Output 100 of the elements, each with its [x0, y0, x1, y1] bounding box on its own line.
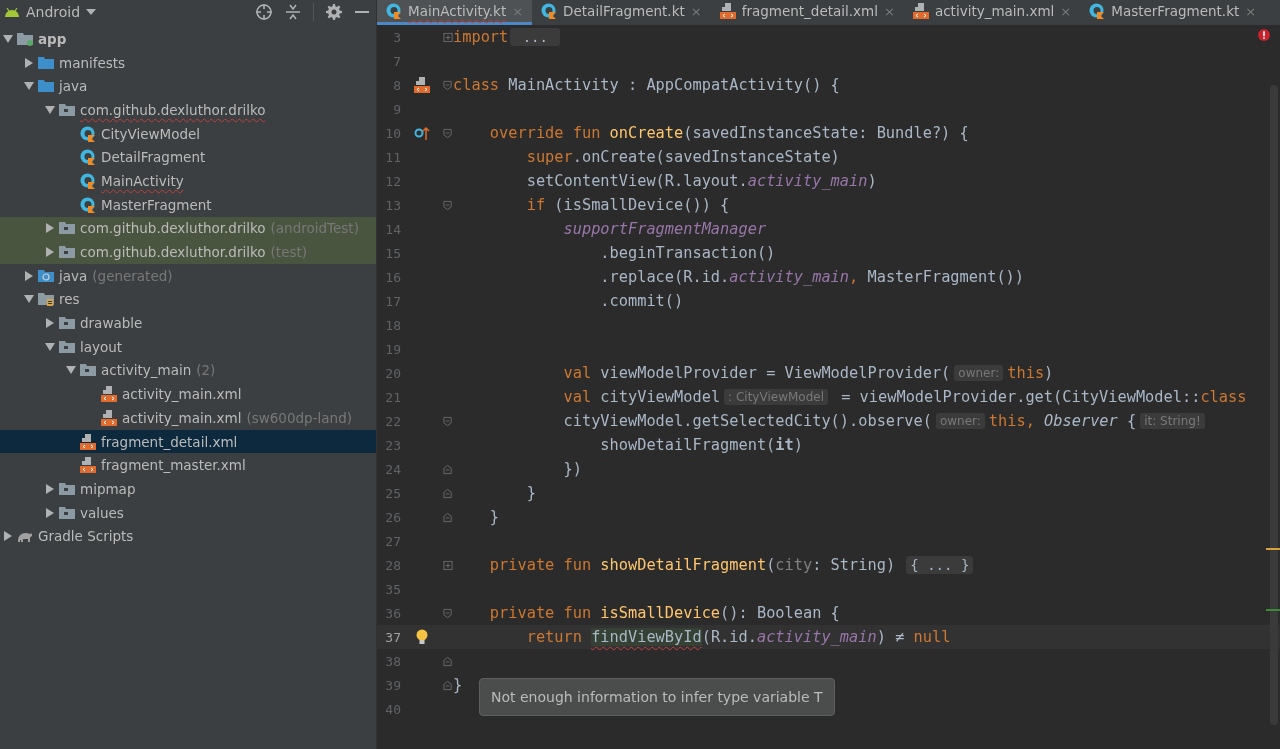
code-text: super.onCreate(savedInstanceState) — [525, 148, 840, 166]
item-label: fragment_detail.xml — [101, 433, 238, 450]
tree-item[interactable]: java (generated) — [0, 263, 376, 288]
code-text: this) — [1007, 364, 1054, 382]
line-number: 3 — [392, 29, 401, 45]
caret-icon — [86, 9, 97, 15]
folded-code[interactable]: { ... } — [906, 556, 974, 574]
collapse-arrow-icon[interactable] — [45, 104, 55, 115]
folder-icon — [38, 54, 54, 71]
tree-item[interactable]: fragment_detail.xml — [0, 429, 376, 454]
code-text: } — [453, 676, 463, 694]
expand-icon[interactable] — [443, 559, 453, 571]
item-label: Gradle Scripts — [38, 528, 134, 545]
code-text: return findViewById(R.id.activity_main) ≠ null — [525, 628, 951, 646]
expand-arrow-icon[interactable] — [45, 247, 55, 258]
change-marker[interactable] — [1266, 609, 1280, 611]
expand-arrow-icon[interactable] — [24, 57, 34, 68]
expand-arrow-icon[interactable] — [3, 531, 13, 542]
collapse-arrow-icon[interactable] — [24, 81, 34, 92]
tree-item[interactable]: layout — [0, 334, 376, 359]
settings-icon[interactable] — [326, 4, 342, 20]
code-text: val cityViewModel — [562, 388, 721, 406]
tooltip: Not enough information to infer type variable T — [479, 678, 835, 716]
item-label: MainActivity — [101, 172, 184, 189]
tree-item[interactable]: MasterFragment — [0, 192, 376, 217]
layout-file-icon — [101, 409, 117, 426]
package-icon — [59, 220, 75, 237]
inlay-hint: owner: — [935, 413, 985, 429]
package-icon — [59, 504, 75, 521]
code-text: private fun isSmallDevice(): Boolean { — [488, 604, 840, 622]
collapse-arrow-icon[interactable] — [24, 294, 34, 305]
tree-item[interactable]: activity_main.xml (sw600dp-land) — [0, 406, 376, 430]
inlay-hint: it: String! — [1140, 413, 1205, 429]
tree-item[interactable]: MainActivity — [0, 169, 376, 193]
editor-tab[interactable]: MainActivity.kt × — [377, 0, 533, 25]
line-number: 24 — [384, 461, 401, 477]
tree-item[interactable]: com.github.dexluthor.drilko (androidTest) — [0, 216, 376, 241]
tree-item[interactable]: drawable — [0, 311, 376, 335]
folder-icon — [17, 30, 33, 47]
tree-item[interactable]: Gradle Scripts — [0, 524, 376, 549]
line-number: 37 — [384, 629, 401, 645]
crosshair-icon[interactable] — [255, 3, 273, 21]
layout-file-icon — [80, 457, 96, 474]
tree-item[interactable]: manifests — [0, 50, 376, 75]
line-number: 19 — [384, 341, 401, 357]
code-text: class MainActivity : AppCompatActivity() { — [453, 76, 840, 94]
tree-item[interactable]: fragment_master.xml — [0, 453, 376, 478]
tree-item[interactable]: activity_main (2) — [0, 358, 376, 383]
code-text: } — [525, 484, 536, 502]
package-icon — [59, 101, 75, 118]
item-label: res — [59, 291, 80, 308]
override-icon[interactable] — [414, 125, 430, 141]
expand-arrow-icon[interactable] — [45, 483, 55, 494]
collapse-all-icon[interactable] — [285, 4, 301, 20]
code-text: .beginTransaction() — [599, 244, 776, 262]
editor-tab[interactable]: activity_main.xml × — [903, 0, 1081, 25]
editor-tab[interactable]: fragment_detail.xml × — [710, 0, 904, 25]
android-icon — [4, 6, 20, 18]
tree-item[interactable]: activity_main.xml — [0, 382, 376, 406]
tree-item[interactable]: java — [0, 74, 376, 99]
code-text: = viewModelProvider.get(CityViewModel::class — [840, 388, 1247, 406]
warning-marker[interactable] — [1266, 548, 1280, 550]
tree-item[interactable]: values — [0, 500, 376, 525]
light-bulb-icon[interactable] — [414, 629, 430, 645]
folded-code[interactable]: ... — [510, 28, 561, 46]
expand-arrow-icon[interactable] — [24, 270, 34, 281]
view-selector[interactable]: Android — [4, 4, 97, 20]
tree-item[interactable]: com.github.dexluthor.drilko (test) — [0, 240, 376, 264]
line-number: 36 — [384, 605, 401, 621]
expand-icon[interactable] — [443, 31, 453, 43]
tree-item[interactable]: res — [0, 287, 376, 312]
editor-tab[interactable]: DetailFragment.kt × — [532, 0, 711, 25]
tree-item[interactable]: DetailFragment — [0, 145, 376, 170]
line-number: 15 — [384, 245, 401, 261]
layout-file-icon — [101, 386, 117, 403]
collapse-arrow-icon[interactable] — [3, 33, 13, 44]
tree-item[interactable]: com.github.dexluthor.drilko — [0, 98, 376, 122]
code-text: import — [453, 28, 509, 46]
collapse-arrow-icon[interactable] — [45, 341, 55, 352]
collapse-arrow-icon[interactable] — [66, 365, 76, 376]
expand-arrow-icon[interactable] — [45, 223, 55, 234]
package-icon — [59, 244, 75, 261]
expand-arrow-icon[interactable] — [45, 318, 55, 329]
code-text: val viewModelProvider = ViewModelProvider( — [562, 364, 951, 382]
folder-icon — [38, 291, 54, 308]
tree-item[interactable]: CityViewModel — [0, 121, 376, 146]
line-number: 23 — [384, 437, 401, 453]
tree-item[interactable]: app — [0, 27, 376, 51]
expand-arrow-icon[interactable] — [45, 507, 55, 518]
line-number: 10 — [384, 125, 401, 141]
item-suffix: (2) — [196, 362, 216, 379]
code-text: } — [488, 508, 500, 526]
layout-file-icon — [719, 3, 736, 19]
editor-tab[interactable]: MasterFragment.kt × — [1080, 0, 1266, 25]
item-suffix: (sw600dp-land) — [246, 409, 352, 426]
item-label: java — [59, 78, 88, 95]
item-suffix: (androidTest) — [270, 220, 359, 237]
line-number: 17 — [384, 293, 401, 309]
tree-item[interactable]: mipmap — [0, 477, 376, 501]
line-number: 21 — [384, 389, 401, 405]
